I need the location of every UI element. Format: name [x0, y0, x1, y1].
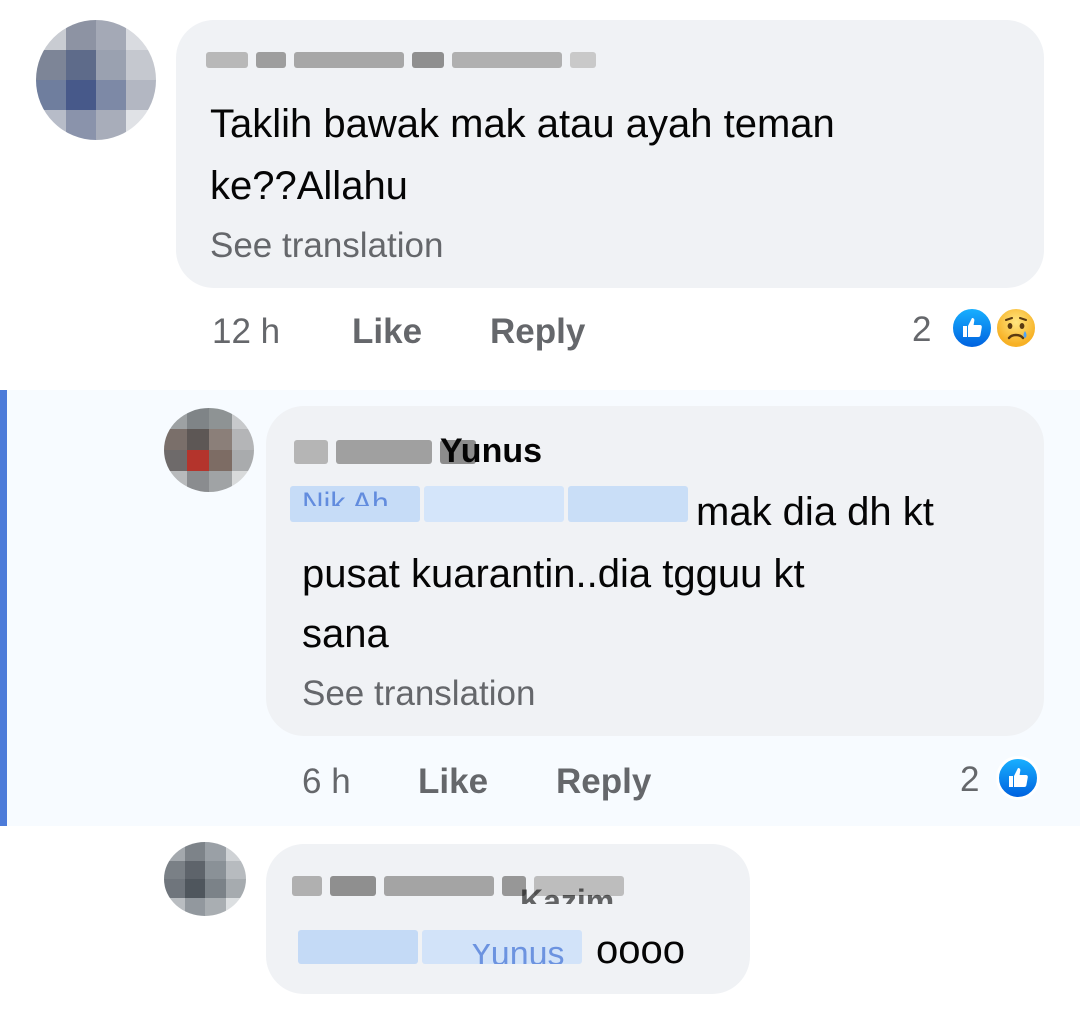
comment-text-line: mak dia dh kt	[696, 490, 934, 534]
comment-text-line: sana	[302, 612, 389, 656]
reply-button[interactable]: Reply	[556, 762, 651, 802]
highlight-indicator	[0, 390, 7, 826]
reply-button[interactable]: Reply	[490, 312, 585, 352]
comment-text-line: pusat kuarantin..dia tgguu kt	[302, 552, 805, 596]
sad-icon	[994, 306, 1038, 350]
avatar[interactable]	[164, 842, 246, 916]
mention-partial[interactable]: Yunus	[470, 944, 565, 964]
commenter-name-blurred[interactable]	[206, 52, 596, 68]
comment-timestamp[interactable]: 6 h	[302, 762, 351, 802]
like-icon	[950, 306, 994, 350]
avatar[interactable]	[164, 408, 254, 492]
like-icon	[996, 756, 1040, 800]
like-button[interactable]: Like	[418, 762, 488, 802]
see-translation-link[interactable]: See translation	[302, 674, 535, 714]
like-button[interactable]: Like	[352, 312, 422, 352]
avatar[interactable]	[36, 20, 156, 140]
commenter-name-partial[interactable]: Yunus	[440, 436, 542, 466]
comment-text-line: Taklih bawak mak atau ayah teman	[210, 102, 835, 146]
comment-text-line: oooo	[596, 928, 685, 972]
reaction-count[interactable]: 2	[960, 760, 979, 800]
commenter-name-partial[interactable]: Kazim	[520, 888, 614, 904]
mention-partial[interactable]: Nik Ah	[302, 486, 389, 506]
comment-timestamp[interactable]: 12 h	[212, 312, 280, 352]
see-translation-link[interactable]: See translation	[210, 226, 443, 266]
comment-text-line: ke??Allahu	[210, 164, 408, 208]
reaction-count[interactable]: 2	[912, 310, 931, 350]
